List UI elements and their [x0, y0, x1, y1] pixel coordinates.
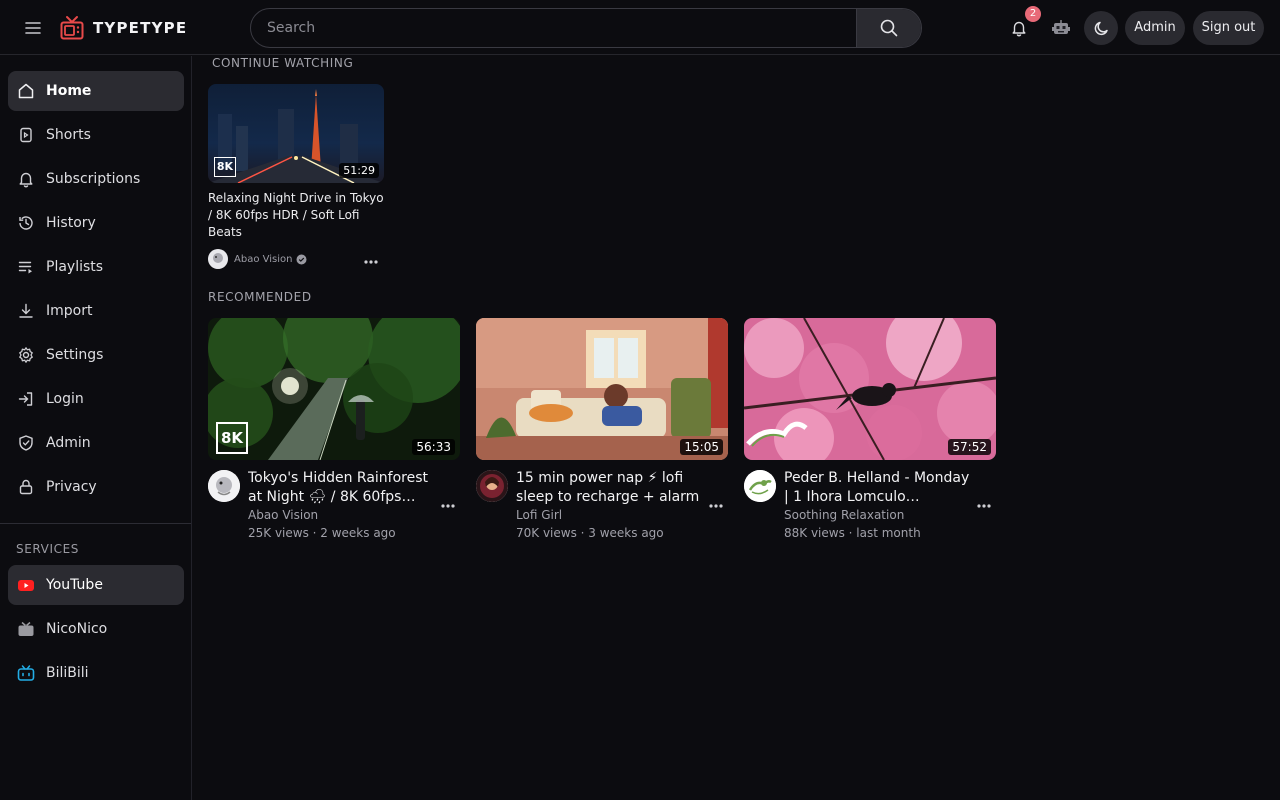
home-icon: [16, 81, 36, 101]
video-stats: 88K views · last month: [784, 526, 921, 540]
more-options-icon[interactable]: [440, 497, 456, 516]
login-icon: [16, 389, 36, 409]
channel-name[interactable]: Abao Vision: [248, 508, 318, 522]
sidebar-item-login[interactable]: Login: [8, 379, 184, 419]
sidebar-item-label: Admin: [46, 435, 91, 451]
search-icon: [880, 19, 898, 37]
video-duration: 57:52: [948, 439, 991, 455]
video-title[interactable]: Tokyo's Hidden Rainforest at Night 🌧 / 8…: [248, 469, 434, 507]
search-bar: [250, 8, 922, 48]
video-thumbnail[interactable]: 15:05: [476, 318, 728, 460]
youtube-icon: [16, 575, 36, 595]
service-item-niconico[interactable]: NicoNico: [8, 609, 184, 649]
app-name: TYPETYPE: [93, 19, 188, 37]
channel-avatar[interactable]: [476, 470, 508, 502]
search-button[interactable]: [856, 9, 921, 47]
video-meta: Abao Vision: [208, 249, 384, 269]
service-item-label: BiliBili: [46, 665, 89, 681]
notification-count-badge: 2: [1025, 6, 1041, 22]
bell-icon: [16, 169, 36, 189]
channel-name[interactable]: Soothing Relaxation: [784, 508, 904, 522]
more-options-icon[interactable]: [708, 497, 724, 516]
sidebar-item-label: Shorts: [46, 127, 91, 143]
sidebar-item-label: Login: [46, 391, 84, 407]
channel-name[interactable]: Lofi Girl: [516, 508, 562, 522]
sidebar-item-settings[interactable]: Settings: [8, 335, 184, 375]
shorts-icon: [16, 125, 36, 145]
video-stats: 70K views · 3 weeks ago: [516, 526, 664, 540]
channel-avatar[interactable]: [208, 249, 228, 269]
video-thumbnail[interactable]: 8K 51:29: [208, 84, 384, 183]
sidebar: Home Shorts Subscriptions History Playli…: [0, 56, 192, 800]
robot-icon: [1052, 20, 1070, 34]
video-duration: 51:29: [339, 163, 379, 178]
sidebar-item-playlists[interactable]: Playlists: [8, 247, 184, 287]
services-heading: SERVICES: [16, 542, 80, 556]
menu-icon[interactable]: [22, 17, 44, 39]
more-options-icon[interactable]: [363, 253, 379, 272]
sidebar-item-label: Subscriptions: [46, 171, 141, 187]
sidebar-item-privacy[interactable]: Privacy: [8, 467, 184, 507]
sidebar-item-label: Playlists: [46, 259, 104, 275]
video-card: 8K 51:29 Relaxing Night Drive in Tokyo /…: [208, 84, 384, 269]
sidebar-item-label: Home: [46, 83, 92, 99]
top-bar: TYPETYPE 2 Admin Sign out: [0, 0, 1280, 55]
playlist-icon: [16, 257, 36, 277]
channel-avatar[interactable]: [208, 470, 240, 502]
channel-avatar[interactable]: [744, 470, 776, 502]
gear-icon: [16, 345, 36, 365]
video-thumbnail[interactable]: 8K 56:33: [208, 318, 460, 460]
bilibili-icon: [16, 663, 36, 683]
sidebar-item-label: Privacy: [46, 479, 97, 495]
video-info: Peder B. Helland - Monday | 1 Ihora Lomc…: [744, 469, 996, 541]
sidebar-item-shorts[interactable]: Shorts: [8, 115, 184, 155]
recommended-heading: RECOMMENDED: [208, 290, 312, 304]
video-card: 8K 56:33 Tokyo's Hidden Rainforest at Ni…: [208, 318, 460, 541]
service-item-bilibili[interactable]: BiliBili: [8, 653, 184, 693]
download-icon: [16, 301, 36, 321]
sidebar-item-label: History: [46, 215, 96, 231]
video-stats: 25K views · 2 weeks ago: [248, 526, 396, 540]
verified-icon: [296, 254, 307, 265]
niconico-icon: [16, 619, 36, 639]
lock-icon: [16, 477, 36, 497]
tv-logo-icon: [60, 16, 84, 40]
video-thumbnail[interactable]: 57:52: [744, 318, 996, 460]
bell-icon: [1012, 21, 1026, 37]
service-item-label: YouTube: [46, 577, 103, 593]
video-title[interactable]: Relaxing Night Drive in Tokyo / 8K 60fps…: [208, 190, 384, 241]
video-title[interactable]: 15 min power nap ⚡ lofi sleep to recharg…: [516, 469, 702, 507]
video-info: 15 min power nap ⚡ lofi sleep to recharg…: [476, 469, 728, 541]
bot-button[interactable]: [1045, 12, 1077, 44]
video-card: 15:05 15 min power nap ⚡ lofi sleep to r…: [476, 318, 728, 541]
search-input[interactable]: [251, 9, 856, 47]
sidebar-item-import[interactable]: Import: [8, 291, 184, 331]
sidebar-divider: [0, 523, 191, 524]
sidebar-item-label: Settings: [46, 347, 104, 363]
sidebar-item-subscriptions[interactable]: Subscriptions: [8, 159, 184, 199]
sidebar-item-history[interactable]: History: [8, 203, 184, 243]
video-info: Tokyo's Hidden Rainforest at Night 🌧 / 8…: [208, 469, 460, 541]
admin-button[interactable]: Admin: [1125, 11, 1185, 45]
channel-name[interactable]: Abao Vision: [234, 254, 292, 265]
sidebar-item-home[interactable]: Home: [8, 71, 184, 111]
moon-icon: [1094, 21, 1108, 35]
more-options-icon[interactable]: [976, 497, 992, 516]
sidebar-item-label: Import: [46, 303, 93, 319]
video-title[interactable]: Peder B. Helland - Monday | 1 Ihora Lomc…: [784, 469, 970, 507]
service-item-youtube[interactable]: YouTube: [8, 565, 184, 605]
sign-out-button[interactable]: Sign out: [1193, 11, 1264, 45]
theme-toggle-button[interactable]: [1084, 11, 1118, 45]
history-icon: [16, 213, 36, 233]
video-duration: 15:05: [680, 439, 723, 455]
sidebar-item-admin[interactable]: Admin: [8, 423, 184, 463]
service-item-label: NicoNico: [46, 621, 108, 637]
continue-watching-heading: CONTINUE WATCHING: [212, 56, 354, 70]
quality-badge: 8K: [214, 157, 236, 177]
shield-icon: [16, 433, 36, 453]
video-card: 57:52 Peder B. Helland - Monday | 1 Ihor…: [744, 318, 996, 541]
app-logo[interactable]: TYPETYPE: [60, 15, 187, 41]
quality-badge: 8K: [216, 422, 248, 454]
video-duration: 56:33: [412, 439, 455, 455]
